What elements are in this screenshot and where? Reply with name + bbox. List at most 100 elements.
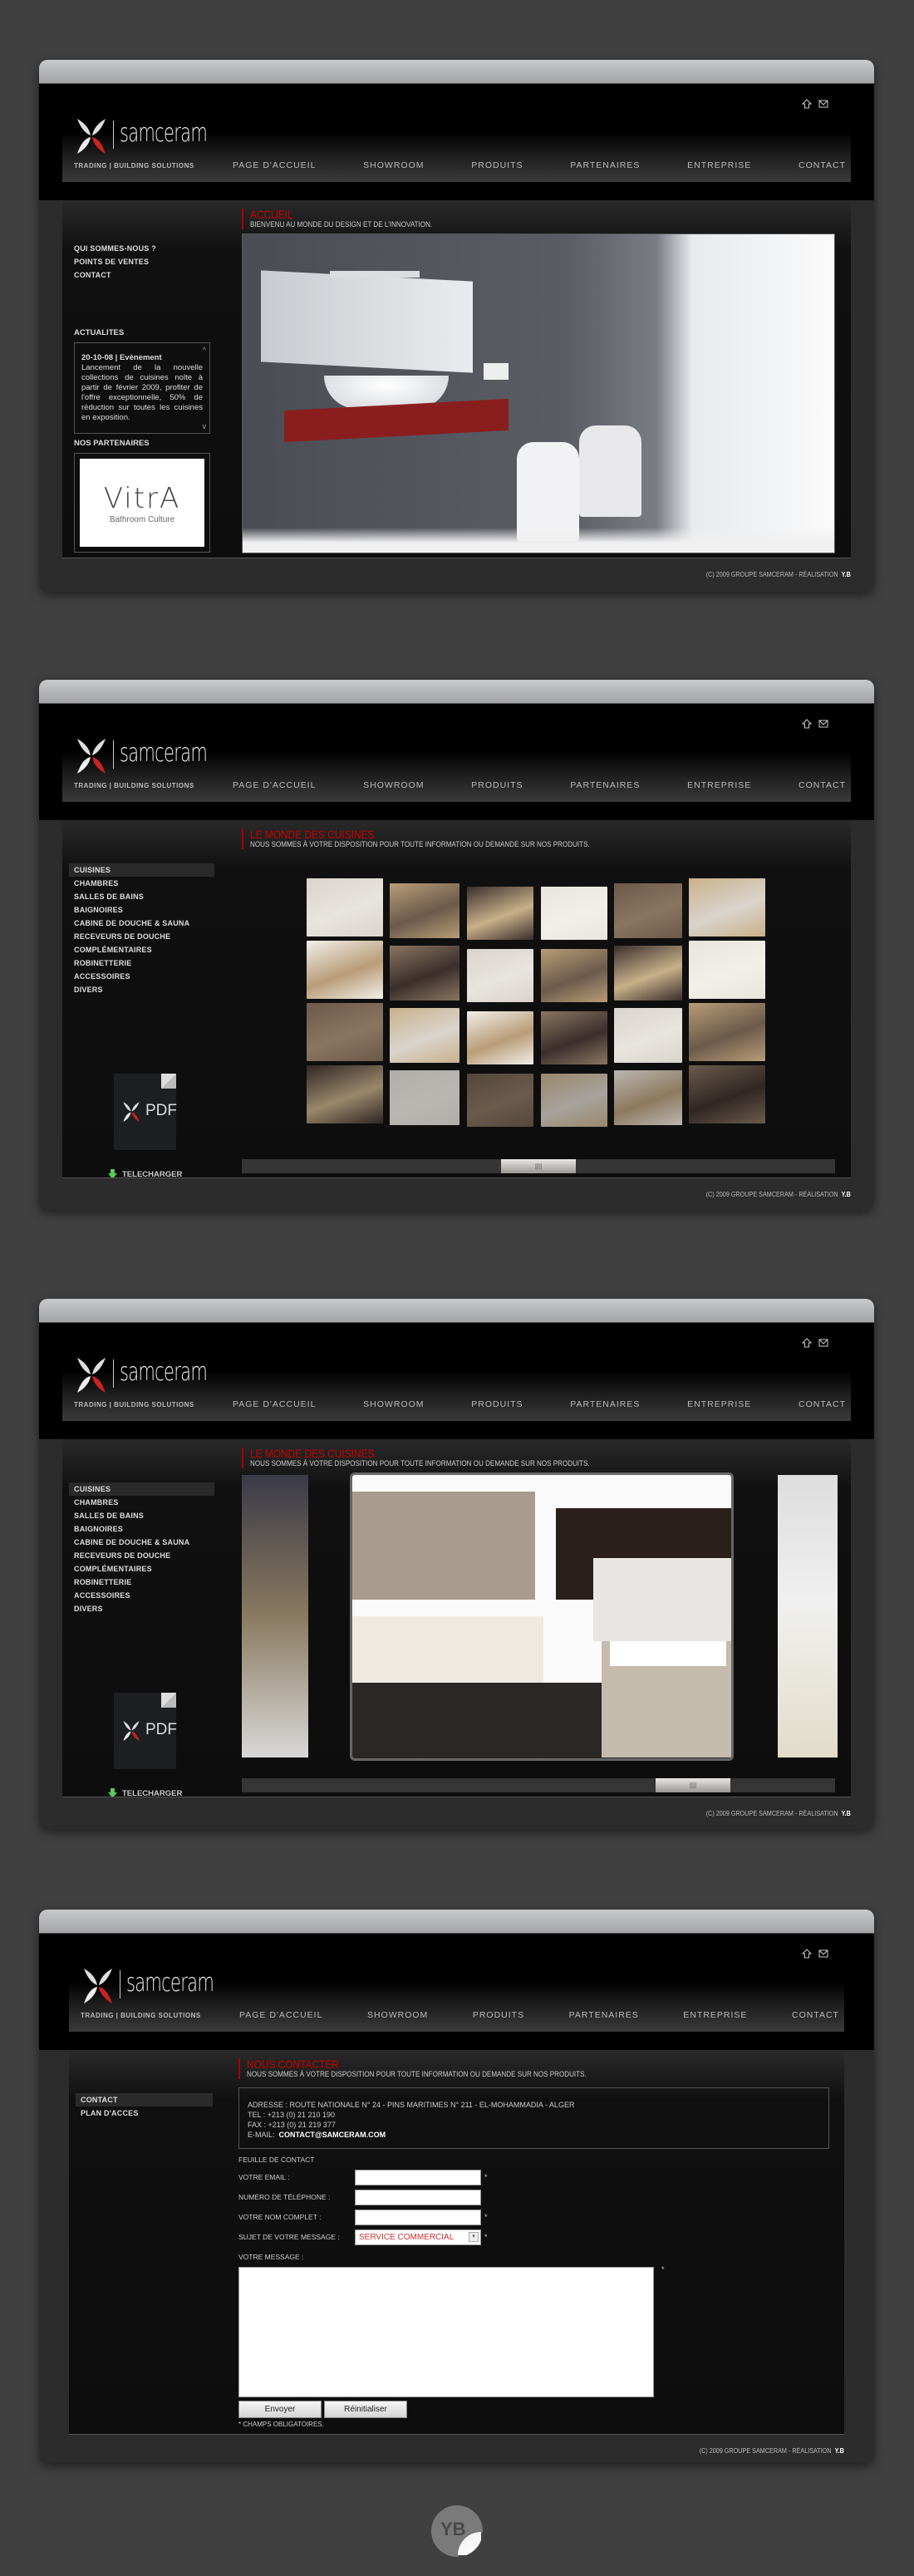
category-cuisines[interactable]: CUISINES: [69, 863, 214, 877]
gallery-prev-image[interactable]: [242, 1475, 308, 1757]
nav-produits[interactable]: PRODUITS: [471, 780, 523, 790]
news-scroll-up-icon[interactable]: ^: [203, 345, 206, 355]
logo[interactable]: samceram TRADING | BUILDING SOLUTIONS: [74, 117, 232, 180]
nav-contact[interactable]: CONTACT: [799, 780, 846, 790]
reset-button[interactable]: Réinitialiser: [324, 2401, 407, 2418]
nav-accueil[interactable]: PAGE D'ACCUEIL: [233, 160, 316, 170]
product-thumbnail[interactable]: [689, 1065, 765, 1123]
product-thumbnail[interactable]: [390, 1070, 459, 1126]
name-field[interactable]: [355, 2209, 481, 2225]
sidebar-item-plan-acces[interactable]: PLAN D'ACCES: [76, 2107, 213, 2120]
nav-showroom[interactable]: SHOWROOM: [367, 2010, 428, 2020]
chevron-down-icon[interactable]: ▾: [469, 2232, 479, 2242]
category-robinetterie[interactable]: ROBINETTERIE: [69, 956, 214, 970]
catalog-pdf-icon[interactable]: PDF: [114, 1074, 177, 1150]
category-complementaires[interactable]: COMPLÉMENTAIRES: [69, 943, 214, 956]
logo[interactable]: samceram TRADING | BUILDING SOLUTIONS: [81, 1967, 238, 2030]
gallery-scrollbar[interactable]: ||||: [242, 1159, 835, 1173]
product-thumbnail[interactable]: [614, 883, 682, 939]
home-icon[interactable]: [801, 1948, 813, 1959]
logo[interactable]: samceram TRADING | BUILDING SOLUTIONS: [74, 737, 232, 800]
nav-showroom[interactable]: SHOWROOM: [363, 1399, 424, 1409]
gallery-scroll-thumb[interactable]: ||||: [501, 1159, 576, 1173]
category-cabine-douche[interactable]: CABINE DE DOUCHE & SAUNA: [69, 1536, 214, 1549]
nav-accueil[interactable]: PAGE D'ACCUEIL: [233, 1399, 316, 1409]
category-accessoires[interactable]: ACCESSOIRES: [69, 1589, 214, 1602]
product-thumbnail[interactable]: [689, 878, 765, 937]
nav-showroom[interactable]: SHOWROOM: [363, 780, 424, 790]
category-receveurs[interactable]: RECEVEURS DE DOUCHE: [69, 1549, 214, 1562]
message-textarea[interactable]: [238, 2267, 654, 2397]
product-thumbnail[interactable]: [614, 1008, 682, 1064]
nav-entreprise[interactable]: ENTREPRISE: [687, 1399, 751, 1409]
product-thumbnail[interactable]: [614, 946, 682, 1001]
product-thumbnail[interactable]: [307, 941, 383, 999]
gallery-next-image[interactable]: [778, 1475, 838, 1757]
product-thumbnail[interactable]: [541, 887, 607, 940]
product-thumbnail[interactable]: [307, 1065, 383, 1123]
catalog-pdf-icon[interactable]: PDF: [114, 1693, 177, 1769]
category-robinetterie[interactable]: ROBINETTERIE: [69, 1576, 214, 1589]
nav-produits[interactable]: PRODUITS: [471, 1399, 523, 1409]
product-thumbnail[interactable]: [467, 1011, 533, 1064]
mail-icon[interactable]: [818, 98, 828, 108]
product-thumbnail[interactable]: [541, 1011, 607, 1064]
nav-contact[interactable]: CONTACT: [799, 160, 846, 170]
nav-produits[interactable]: PRODUITS: [471, 160, 523, 170]
nav-contact[interactable]: CONTACT: [799, 1399, 846, 1409]
category-chambres[interactable]: CHAMBRES: [69, 1496, 214, 1509]
product-thumbnail[interactable]: [467, 887, 533, 940]
nav-partenaires[interactable]: PARTENAIRES: [570, 1399, 640, 1409]
category-cuisines[interactable]: CUISINES: [69, 1482, 214, 1496]
category-salles-de-bains[interactable]: SALLES DE BAINS: [69, 1509, 214, 1522]
product-thumbnail[interactable]: [390, 883, 459, 939]
product-thumbnail[interactable]: [390, 946, 459, 1001]
category-baignoires[interactable]: BAIGNOIRES: [69, 903, 214, 917]
home-icon[interactable]: [801, 1337, 813, 1348]
nav-entreprise[interactable]: ENTREPRISE: [687, 160, 751, 170]
product-thumbnail[interactable]: [689, 1003, 765, 1061]
logo[interactable]: samceram TRADING | BUILDING SOLUTIONS: [74, 1356, 232, 1419]
mail-icon[interactable]: [818, 1948, 828, 1958]
nav-showroom[interactable]: SHOWROOM: [363, 160, 424, 170]
nav-entreprise[interactable]: ENTREPRISE: [683, 2010, 747, 2020]
category-divers[interactable]: DIVERS: [69, 1602, 214, 1615]
product-thumbnail[interactable]: [307, 878, 383, 937]
product-thumbnail[interactable]: [541, 949, 607, 1002]
send-button[interactable]: Envoyer: [238, 2401, 322, 2418]
home-icon[interactable]: [801, 98, 813, 109]
nav-partenaires[interactable]: PARTENAIRES: [570, 160, 640, 170]
category-accessoires[interactable]: ACCESSOIRES: [69, 970, 214, 983]
product-thumbnail[interactable]: [541, 1074, 607, 1127]
sidebar-item-qui-sommes-nous[interactable]: QUI SOMMES-NOUS ?: [69, 242, 219, 255]
product-thumbnail[interactable]: [467, 1074, 533, 1127]
category-salles-de-bains[interactable]: SALLES DE BAINS: [69, 890, 214, 903]
mail-icon[interactable]: [818, 1337, 828, 1347]
nav-accueil[interactable]: PAGE D'ACCUEIL: [233, 780, 316, 790]
sidebar-item-contact[interactable]: CONTACT: [69, 268, 219, 282]
sidebar-item-contact[interactable]: CONTACT: [76, 2093, 213, 2107]
nav-partenaires[interactable]: PARTENAIRES: [570, 780, 640, 790]
category-receveurs[interactable]: RECEVEURS DE DOUCHE: [69, 930, 214, 943]
category-divers[interactable]: DIVERS: [69, 983, 214, 996]
email-link[interactable]: CONTACT@SAMCERAM.COM: [279, 2131, 386, 2139]
partner-logo-vitra[interactable]: VitrA Bathroom Culture: [74, 453, 210, 553]
product-thumbnail[interactable]: [307, 1003, 383, 1061]
gallery-scroll-thumb[interactable]: ||||: [656, 1778, 730, 1792]
category-chambres[interactable]: CHAMBRES: [69, 877, 214, 890]
category-cabine-douche[interactable]: CABINE DE DOUCHE & SAUNA: [69, 917, 214, 930]
category-baignoires[interactable]: BAIGNOIRES: [69, 1522, 214, 1536]
product-thumbnail[interactable]: [467, 949, 533, 1002]
nav-produits[interactable]: PRODUITS: [473, 2010, 524, 2020]
nav-contact[interactable]: CONTACT: [792, 2010, 839, 2020]
sidebar-item-points-de-ventes[interactable]: POINTS DE VENTES: [69, 255, 219, 268]
home-icon[interactable]: [801, 718, 813, 729]
product-thumbnail[interactable]: [614, 1070, 682, 1126]
product-thumbnail[interactable]: [390, 1008, 459, 1064]
category-complementaires[interactable]: COMPLÉMENTAIRES: [69, 1562, 214, 1576]
product-thumbnail[interactable]: [689, 941, 765, 999]
nav-partenaires[interactable]: PARTENAIRES: [569, 2010, 639, 2020]
phone-field[interactable]: [355, 2189, 481, 2205]
nav-entreprise[interactable]: ENTREPRISE: [687, 780, 751, 790]
nav-accueil[interactable]: PAGE D'ACCUEIL: [239, 2010, 322, 2020]
